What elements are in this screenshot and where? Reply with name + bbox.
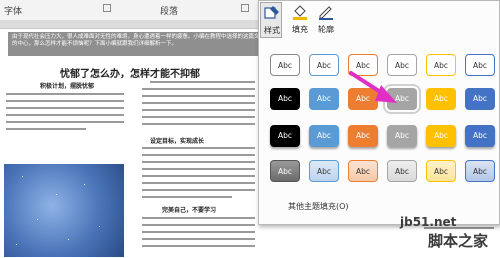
text-line [142,168,255,170]
style-swatch-r1-c1[interactable]: Abc [270,54,300,76]
subheading-2: 设定目标，实现成长 [150,138,205,145]
text-line [142,95,255,97]
text-line [150,81,255,83]
style-swatch-r4-c2[interactable]: Abc [309,160,339,182]
font-dialog-launcher-icon[interactable] [103,4,111,12]
ribbon-group-paragraph-label: 段落 [160,7,179,17]
paint-bucket-icon [293,5,307,20]
style-swatch-r3-c4[interactable]: Abc [387,125,417,147]
text-line [142,196,232,198]
selected-text-box[interactable]: 由于现代社会压力大，很人成难面对无性的难境，身心遭遇着一样的疲惫。小编在教程中选… [8,32,270,56]
style-swatch-r4-c1[interactable]: Abc [270,160,300,182]
subheading-1: 积极计划，摆脱忧郁 [40,83,95,90]
style-swatch-r2-c5[interactable]: Abc [426,88,456,110]
ribbon-group-font-label: 字体 [4,7,23,17]
text-line [142,175,255,177]
pointer-arrow-icon [349,71,397,103]
style-tool-label: 样式 [264,26,280,35]
style-swatch-r4-c3[interactable]: Abc [348,160,378,182]
style-swatch-r3-c6[interactable]: Abc [465,125,495,147]
text-line [6,128,86,130]
pen-outline-icon [319,6,333,20]
style-swatch-r3-c1[interactable]: Abc [270,125,300,147]
style-swatch-r2-c1[interactable]: Abc [270,88,300,110]
style-swatch-r3-c5[interactable]: Abc [426,125,456,147]
text-line [142,123,255,125]
style-swatch-r2-c2[interactable]: Abc [309,88,339,110]
style-swatch-r1-c5[interactable]: Abc [426,54,456,76]
text-line [142,116,255,118]
text-line [142,154,255,156]
style-swatch-r3-c2[interactable]: Abc [309,125,339,147]
outline-tool-label: 轮廓 [318,25,334,34]
style-swatch-r1-c6[interactable]: Abc [465,54,495,76]
fill-tool-label: 填充 [292,25,308,34]
text-line [6,121,124,123]
text-line [6,114,124,116]
text-line [142,147,255,149]
starry-sky-photo [4,164,124,257]
text-line [142,161,255,163]
text-line [6,93,124,95]
text-line [142,231,255,233]
text-line [142,224,255,226]
shape-style-gallery: 样式 填充 轮廓 Abc Abc Abc Abc Abc Abc Abc Abc… [258,0,500,225]
paragraph-dialog-launcher-icon[interactable] [241,4,249,12]
text-line [6,100,124,102]
text-line [142,182,255,184]
watermark-site: jb51.net [400,215,457,229]
style-swatch-r1-c2[interactable]: Abc [309,54,339,76]
shape-style-icon [264,6,279,19]
subheading-3: 完美自己，不要学习 [162,207,217,214]
style-tool-button[interactable]: 样式 [260,2,282,38]
style-swatch-r2-c6[interactable]: Abc [465,88,495,110]
text-line [6,107,124,109]
text-line [142,88,255,90]
more-theme-fills-link[interactable]: 其他主题填充(O) [288,201,349,212]
fill-tool-button[interactable]: 填充 [289,2,311,38]
style-swatch-r3-c3[interactable]: Abc [348,125,378,147]
outline-tool-button[interactable]: 轮廓 [315,2,337,38]
text-line [142,189,255,191]
text-line [142,217,255,219]
text-line [142,245,255,247]
watermark-name: 脚本之家 [428,232,489,250]
style-swatch-r4-c5[interactable]: Abc [426,160,456,182]
article-title: 忧郁了怎么办，怎样才能不抑郁 [60,69,200,80]
text-line [142,109,255,111]
text-line [142,238,255,240]
style-swatch-r4-c6[interactable]: Abc [465,160,495,182]
style-swatch-r4-c4[interactable]: Abc [387,160,417,182]
text-line [142,102,255,104]
